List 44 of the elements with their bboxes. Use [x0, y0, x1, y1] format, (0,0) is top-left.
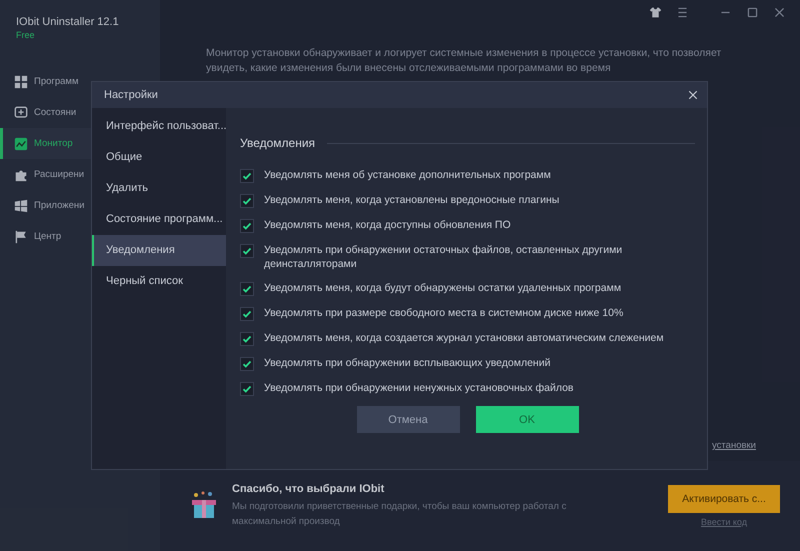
edition-label: Free — [15, 30, 36, 40]
chart-icon — [14, 136, 28, 150]
checkbox[interactable] — [240, 307, 254, 321]
checkbox[interactable] — [240, 219, 254, 233]
grid-icon — [14, 74, 28, 88]
shirt-icon[interactable] — [649, 6, 662, 19]
nav-item[interactable]: Уведомления — [92, 235, 226, 266]
checkbox[interactable] — [240, 357, 254, 371]
dialog-title: Настройки — [104, 89, 158, 101]
activate-button[interactable]: Активировать с... — [668, 485, 780, 513]
checkbox[interactable] — [240, 332, 254, 346]
checkbox[interactable] — [240, 194, 254, 208]
promo-text: Мы подготовили приветственные подарки, чтобы ваш компьютер работал с максимальной производ — [232, 500, 568, 529]
option-label: Уведомлять меня, когда будут обнаружены остатки удаленных программ — [264, 281, 622, 295]
nav-item[interactable]: Удалить — [92, 173, 226, 204]
option-label: Уведомлять при обнаружении остаточных файлов, оставленных другими деинсталляторами — [264, 243, 624, 271]
option-label: Уведомлять меня, когда создается журнал установки автоматическим слежением — [264, 331, 664, 345]
ok-button[interactable]: OK — [476, 406, 578, 433]
install-link[interactable]: установки — [712, 440, 756, 451]
nav-item[interactable]: Черный список — [92, 266, 226, 297]
option-label: Уведомлять при обнаружении ненужных установочных файлов — [264, 381, 574, 395]
nav-item[interactable]: Состояние программ... — [92, 204, 226, 235]
menu-icon[interactable] — [676, 6, 689, 19]
monitor-icon — [14, 106, 28, 120]
checkbox[interactable] — [240, 169, 254, 183]
description-text: Монитор установки обнаруживает и логирует системные изменения в процессе установки, что позволяет увидеть, какие изменения были внесены отслеживаемыми программами во время — [206, 46, 722, 76]
cancel-button[interactable]: Отмена — [356, 406, 460, 433]
app-title: IObit Uninstaller 12.1 — [15, 16, 120, 28]
option-label: Уведомлять при обнаружении всплывающих уведомлений — [264, 356, 550, 370]
flag-icon — [14, 230, 28, 244]
checkbox[interactable] — [240, 282, 254, 296]
option-label: Уведомлять меня об установке дополнительных программ — [264, 168, 551, 182]
checkbox[interactable] — [240, 244, 254, 258]
maximize-icon[interactable] — [746, 6, 759, 19]
puzzle-icon — [14, 168, 28, 182]
close-icon[interactable] — [773, 6, 786, 19]
promo-title: Спасибо, что выбрали IObit — [232, 483, 386, 495]
section-title: Уведомления — [240, 136, 316, 150]
option-label: Уведомлять при размере свободного места в системном диске ниже 10% — [264, 306, 624, 320]
option-label: Уведомлять меня, когда доступны обновления ПО — [264, 218, 511, 232]
checkbox[interactable] — [240, 382, 254, 396]
windows-icon — [14, 198, 28, 212]
close-icon[interactable] — [687, 89, 699, 101]
option-label: Уведомлять меня, когда установлены вредоносные плагины — [264, 193, 560, 207]
